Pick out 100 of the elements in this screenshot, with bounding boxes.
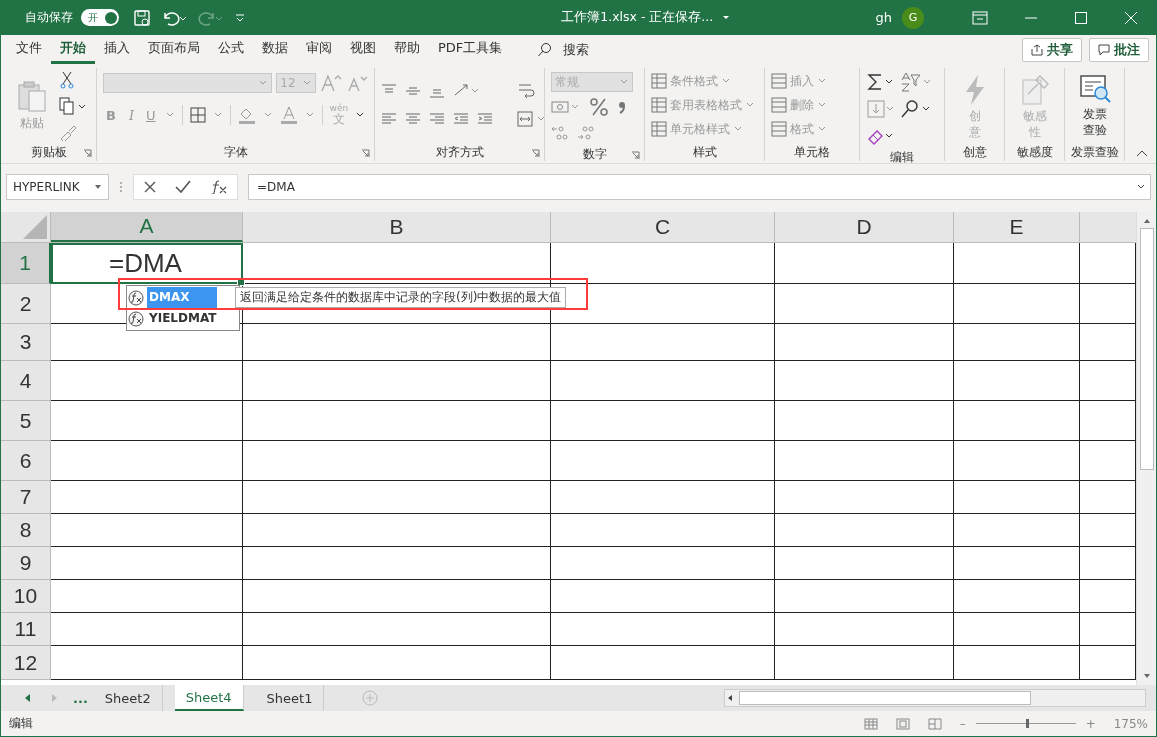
active-cell[interactable]: =DMA: [51, 243, 243, 284]
grid-cell[interactable]: [551, 646, 775, 680]
insert-function-icon[interactable]: [209, 180, 228, 194]
grid-cell[interactable]: [243, 361, 551, 401]
grid-cell[interactable]: [243, 324, 551, 361]
grid-cell[interactable]: [243, 441, 551, 481]
grid-cell[interactable]: [51, 613, 243, 646]
grid-cell[interactable]: [775, 547, 954, 580]
menu-tab[interactable]: 数据: [253, 35, 297, 64]
grid-cell[interactable]: [954, 284, 1080, 324]
grid-cell[interactable]: [551, 547, 775, 580]
cancel-icon[interactable]: [143, 180, 158, 194]
scissors-icon[interactable]: [59, 70, 75, 89]
menu-tab[interactable]: 插入: [95, 35, 139, 64]
grid-cell[interactable]: [954, 441, 1080, 481]
grid-cell[interactable]: [51, 514, 243, 547]
autosum-icon[interactable]: [866, 71, 894, 92]
row-header[interactable]: 2: [1, 284, 51, 324]
grid-cell[interactable]: [51, 441, 243, 481]
grid-cell[interactable]: [775, 284, 954, 324]
row-header[interactable]: 9: [1, 547, 51, 580]
sheet-tab[interactable]: Sheet2: [93, 685, 163, 711]
row-header[interactable]: 6: [1, 441, 51, 481]
share-button[interactable]: 共享: [1022, 37, 1082, 62]
borders-icon[interactable]: [189, 107, 206, 123]
menu-tab[interactable]: 文件: [7, 35, 51, 64]
row-header[interactable]: 3: [1, 324, 51, 361]
grid-cell[interactable]: [551, 514, 775, 547]
grid-cell[interactable]: [954, 481, 1080, 514]
grid-cell[interactable]: [551, 580, 775, 613]
scroll-thumb[interactable]: [739, 691, 1031, 705]
grid-cell[interactable]: [243, 401, 551, 441]
grid-cell[interactable]: [775, 441, 954, 481]
menu-tab[interactable]: 视图: [341, 35, 385, 64]
grid-cell[interactable]: [243, 514, 551, 547]
collapse-ribbon-icon[interactable]: [1136, 149, 1148, 157]
dialog-launcher-icon[interactable]: [631, 151, 640, 160]
invoice-check-button[interactable]: 发票查验: [1082, 107, 1107, 139]
grid-cell[interactable]: [51, 361, 243, 401]
grid-cell[interactable]: [775, 243, 954, 284]
grid-cell[interactable]: [51, 481, 243, 514]
grid-cell[interactable]: [551, 324, 775, 361]
grid-cell[interactable]: [775, 613, 954, 646]
grid-cell[interactable]: [551, 401, 775, 441]
expand-icon[interactable]: [1136, 183, 1146, 191]
fill-color-icon[interactable]: [237, 106, 256, 124]
grid-cell[interactable]: [51, 401, 243, 441]
avatar[interactable]: G: [902, 6, 924, 29]
horizontal-scrollbar[interactable]: [724, 689, 1146, 707]
row-header[interactable]: 4: [1, 361, 51, 401]
ribbon-display-icon[interactable]: [972, 10, 988, 25]
comments-button[interactable]: 批注: [1089, 37, 1149, 62]
search-icon[interactable]: [537, 41, 554, 58]
grid-cell[interactable]: [551, 441, 775, 481]
invoice-check-icon[interactable]: [1078, 74, 1111, 104]
function-suggestion[interactable]: YIELDMAT: [128, 308, 239, 329]
row-header[interactable]: 12: [1, 646, 51, 680]
caret-icon[interactable]: [355, 111, 366, 119]
merge-center-icon[interactable]: [517, 110, 547, 127]
grid-cell[interactable]: [243, 646, 551, 680]
grid-cell[interactable]: [243, 243, 551, 284]
row-header[interactable]: 8: [1, 514, 51, 547]
row-header[interactable]: 11: [1, 613, 51, 646]
menu-tab[interactable]: 帮助: [385, 35, 429, 64]
grid-cell[interactable]: [551, 243, 775, 284]
grid-cell[interactable]: [51, 547, 243, 580]
menu-tab[interactable]: 审阅: [297, 35, 341, 64]
row-header[interactable]: 10: [1, 580, 51, 613]
caret-icon[interactable]: [721, 13, 732, 22]
grid-cell[interactable]: [775, 324, 954, 361]
grid-cell[interactable]: [775, 361, 954, 401]
wrap-text-icon[interactable]: [517, 81, 535, 100]
dialog-launcher-icon[interactable]: [531, 149, 540, 158]
row-header[interactable]: 5: [1, 401, 51, 441]
grid-cell[interactable]: [954, 514, 1080, 547]
dialog-launcher-icon[interactable]: [83, 149, 92, 158]
find-icon[interactable]: [900, 98, 932, 119]
menu-tab[interactable]: 公式: [209, 35, 253, 64]
name-box[interactable]: HYPERLINK: [6, 174, 109, 200]
column-header[interactable]: A: [51, 212, 243, 242]
vertical-scrollbar[interactable]: [1136, 212, 1156, 685]
accounting-icon[interactable]: [551, 99, 581, 115]
grid-cell[interactable]: [954, 401, 1080, 441]
grid-cell[interactable]: [954, 361, 1080, 401]
grid-cell[interactable]: [243, 580, 551, 613]
maximize-icon[interactable]: [1074, 10, 1088, 25]
grid-cell[interactable]: [954, 547, 1080, 580]
grid-cell[interactable]: [243, 613, 551, 646]
grid-cell[interactable]: [51, 646, 243, 680]
autosave-toggle[interactable]: 开: [81, 9, 119, 26]
grid-cell[interactable]: [243, 547, 551, 580]
formula-field[interactable]: =DMA: [248, 174, 1151, 200]
save-icon[interactable]: [133, 8, 151, 27]
enter-icon[interactable]: [175, 180, 192, 194]
grid-cell[interactable]: [51, 580, 243, 613]
column-header[interactable]: E: [954, 212, 1080, 242]
grid-cell[interactable]: [954, 324, 1080, 361]
menu-tab[interactable]: 页面布局: [139, 35, 209, 64]
column-header[interactable]: C: [551, 212, 775, 242]
zoom-slider-thumb[interactable]: [1025, 719, 1029, 728]
